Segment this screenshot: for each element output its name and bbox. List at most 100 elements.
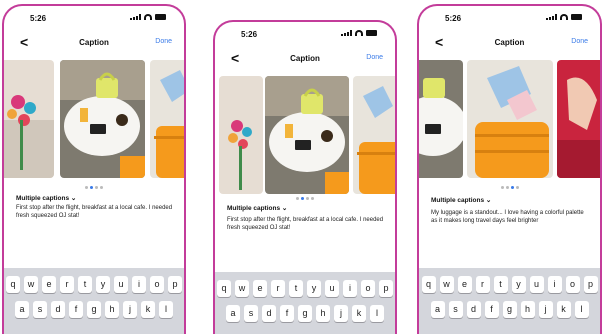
key-l[interactable]: l xyxy=(159,301,173,318)
carousel-dots xyxy=(419,186,600,189)
key-r[interactable]: r xyxy=(271,280,285,297)
key-t[interactable]: t xyxy=(493,276,508,293)
key-f[interactable]: f xyxy=(280,305,294,322)
key-a[interactable]: a xyxy=(15,301,29,318)
carousel-dots xyxy=(4,186,184,189)
luggage-photo-icon xyxy=(150,60,184,178)
photo-hands[interactable] xyxy=(557,60,600,178)
key-d[interactable]: d xyxy=(51,301,65,318)
key-y[interactable]: y xyxy=(307,280,321,297)
key-l[interactable]: l xyxy=(574,301,589,318)
key-d[interactable]: d xyxy=(262,305,276,322)
key-t[interactable]: t xyxy=(78,276,92,293)
key-o[interactable]: o xyxy=(565,276,580,293)
dot xyxy=(100,186,103,189)
key-q[interactable]: q xyxy=(217,280,231,297)
caption-text[interactable]: First stop after the flight, breakfast a… xyxy=(16,204,174,220)
key-k[interactable]: k xyxy=(556,301,571,318)
key-u[interactable]: u xyxy=(529,276,544,293)
key-t[interactable]: t xyxy=(289,280,303,297)
key-j[interactable]: j xyxy=(123,301,137,318)
key-f[interactable]: f xyxy=(69,301,83,318)
key-y[interactable]: y xyxy=(511,276,526,293)
key-f[interactable]: f xyxy=(484,301,499,318)
key-q[interactable]: q xyxy=(6,276,20,293)
key-g[interactable]: g xyxy=(87,301,101,318)
key-w[interactable]: w xyxy=(235,280,249,297)
key-o[interactable]: o xyxy=(361,280,375,297)
key-i[interactable]: i xyxy=(547,276,562,293)
done-button[interactable]: Done xyxy=(155,38,172,45)
keyboard: q w e r t y u i o p a s d f g h j k l xyxy=(419,268,600,334)
photo-luggage[interactable] xyxy=(150,60,184,178)
key-d[interactable]: d xyxy=(466,301,481,318)
dot-active xyxy=(510,186,514,189)
key-e[interactable]: e xyxy=(42,276,56,293)
key-s[interactable]: s xyxy=(448,301,463,318)
photo-luggage[interactable] xyxy=(467,60,553,178)
keyboard-row-1: q w e r t y u i o p xyxy=(4,276,184,293)
key-u[interactable]: u xyxy=(114,276,128,293)
key-h[interactable]: h xyxy=(520,301,535,318)
signal-icon xyxy=(546,14,557,20)
key-g[interactable]: g xyxy=(298,305,312,322)
photo-luggage[interactable] xyxy=(353,76,395,194)
photo-flowers[interactable] xyxy=(219,76,263,194)
dot xyxy=(306,197,309,200)
multiple-captions-toggle[interactable]: Multiple captions ⌄ xyxy=(16,194,76,202)
caption-text[interactable]: First stop after the flight, breakfast a… xyxy=(227,216,385,232)
key-q[interactable]: q xyxy=(421,276,436,293)
key-k[interactable]: k xyxy=(352,305,366,322)
dot xyxy=(95,186,98,189)
multiple-captions-toggle[interactable]: Multiple captions ⌄ xyxy=(431,196,491,204)
key-j[interactable]: j xyxy=(538,301,553,318)
key-a[interactable]: a xyxy=(430,301,445,318)
carousel-dots xyxy=(215,197,395,200)
key-u[interactable]: u xyxy=(325,280,339,297)
dot-active xyxy=(90,186,93,189)
status-icons xyxy=(546,14,582,20)
flowers-photo-icon xyxy=(219,76,263,194)
key-l[interactable]: l xyxy=(370,305,384,322)
nav-bar: < Caption Done xyxy=(4,34,184,54)
multiple-captions-toggle[interactable]: Multiple captions ⌄ xyxy=(227,204,287,212)
signal-icon xyxy=(130,14,141,20)
key-y[interactable]: y xyxy=(96,276,110,293)
key-r[interactable]: r xyxy=(60,276,74,293)
key-j[interactable]: j xyxy=(334,305,348,322)
done-button[interactable]: Done xyxy=(571,38,588,45)
key-s[interactable]: s xyxy=(244,305,258,322)
key-h[interactable]: h xyxy=(316,305,330,322)
key-w[interactable]: w xyxy=(439,276,454,293)
key-r[interactable]: r xyxy=(475,276,490,293)
key-a[interactable]: a xyxy=(226,305,240,322)
caption-text[interactable]: My luggage is a standout... I love havin… xyxy=(431,209,590,225)
key-p[interactable]: p xyxy=(583,276,598,293)
key-w[interactable]: w xyxy=(24,276,38,293)
photo-cafe-table[interactable] xyxy=(419,60,463,178)
key-p[interactable]: p xyxy=(379,280,393,297)
photo-carousel[interactable] xyxy=(4,60,184,178)
photo-carousel[interactable] xyxy=(215,76,395,194)
key-e[interactable]: e xyxy=(253,280,267,297)
photo-cafe-table[interactable] xyxy=(265,76,349,194)
photo-cafe-table[interactable] xyxy=(60,60,145,178)
nav-bar: < Caption Done xyxy=(419,34,600,54)
key-i[interactable]: i xyxy=(132,276,146,293)
dot xyxy=(505,186,509,189)
key-s[interactable]: s xyxy=(33,301,47,318)
key-h[interactable]: h xyxy=(105,301,119,318)
key-p[interactable]: p xyxy=(168,276,182,293)
photo-flowers[interactable] xyxy=(4,60,54,178)
key-i[interactable]: i xyxy=(343,280,357,297)
status-time: 5:26 xyxy=(241,30,258,39)
done-button[interactable]: Done xyxy=(366,54,383,61)
photo-carousel[interactable] xyxy=(419,60,600,178)
key-k[interactable]: k xyxy=(141,301,155,318)
key-e[interactable]: e xyxy=(457,276,472,293)
key-g[interactable]: g xyxy=(502,301,517,318)
status-icons xyxy=(130,14,166,20)
dot xyxy=(311,197,314,200)
battery-icon xyxy=(571,14,582,20)
key-o[interactable]: o xyxy=(150,276,164,293)
